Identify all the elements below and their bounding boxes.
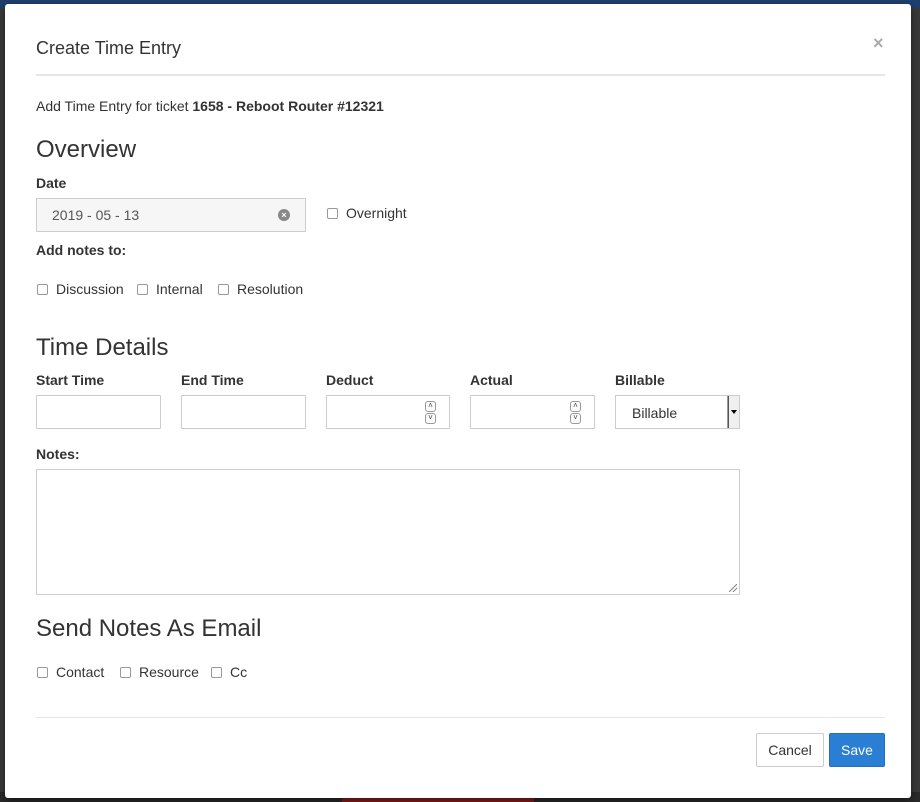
contact-checkbox[interactable] (37, 667, 48, 678)
deduct-down-icon[interactable]: ˅ (425, 413, 436, 424)
start-time-input[interactable] (36, 395, 161, 429)
billable-value: Billable (632, 405, 678, 421)
actual-up-icon[interactable]: ˄ (570, 401, 581, 412)
cancel-button[interactable]: Cancel (756, 733, 824, 767)
close-icon[interactable]: × (873, 33, 884, 54)
contact-label: Contact (56, 664, 105, 680)
overview-heading: Overview (36, 136, 137, 163)
ticket-intro: Add Time Entry for ticket 1658 - Reboot … (36, 98, 384, 114)
end-time-input[interactable] (181, 395, 306, 429)
actual-input[interactable]: ˄ ˅ (470, 395, 595, 429)
deduct-input[interactable]: ˄ ˅ (326, 395, 450, 429)
discussion-label: Discussion (56, 281, 124, 297)
add-notes-label: Add notes to: (36, 242, 127, 258)
resize-handle-icon[interactable] (729, 584, 737, 592)
date-label: Date (36, 175, 67, 191)
email-heading: Send Notes As Email (36, 615, 262, 642)
time-details-heading: Time Details (36, 334, 169, 361)
header-divider (36, 74, 885, 76)
save-button[interactable]: Save (829, 733, 885, 767)
modal-title: Create Time Entry (36, 38, 182, 58)
footer-divider (36, 717, 885, 718)
actual-down-icon[interactable]: ˅ (570, 413, 581, 424)
start-time-label: Start Time (36, 372, 105, 388)
overnight-checkbox[interactable] (327, 208, 338, 219)
intro-text: Add Time Entry for ticket (36, 98, 193, 114)
cc-label: Cc (230, 664, 248, 680)
ticket-name: 1658 - Reboot Router #12321 (192, 98, 384, 114)
create-time-entry-modal: Create Time Entry × Add Time Entry for t… (5, 4, 911, 798)
internal-label: Internal (156, 281, 203, 297)
chevron-down-icon[interactable] (727, 396, 739, 428)
cc-checkbox[interactable] (211, 667, 222, 678)
deduct-label: Deduct (326, 372, 374, 388)
clear-date-icon[interactable]: × (278, 209, 290, 221)
notes-textarea[interactable] (36, 469, 740, 595)
actual-label: Actual (470, 372, 513, 388)
resolution-label: Resolution (237, 281, 304, 297)
billable-select[interactable]: Billable (615, 395, 740, 429)
notes-label: Notes: (36, 446, 80, 462)
resource-label: Resource (139, 664, 199, 680)
date-input[interactable]: 2019 - 05 - 13 × (36, 198, 306, 232)
deduct-up-icon[interactable]: ˄ (425, 401, 436, 412)
billable-label: Billable (615, 372, 665, 388)
date-value: 2019 - 05 - 13 (52, 207, 140, 223)
end-time-label: End Time (181, 372, 244, 388)
internal-checkbox[interactable] (137, 284, 148, 295)
overnight-label: Overnight (346, 205, 407, 221)
discussion-checkbox[interactable] (37, 284, 48, 295)
resource-checkbox[interactable] (120, 667, 131, 678)
resolution-checkbox[interactable] (218, 284, 229, 295)
